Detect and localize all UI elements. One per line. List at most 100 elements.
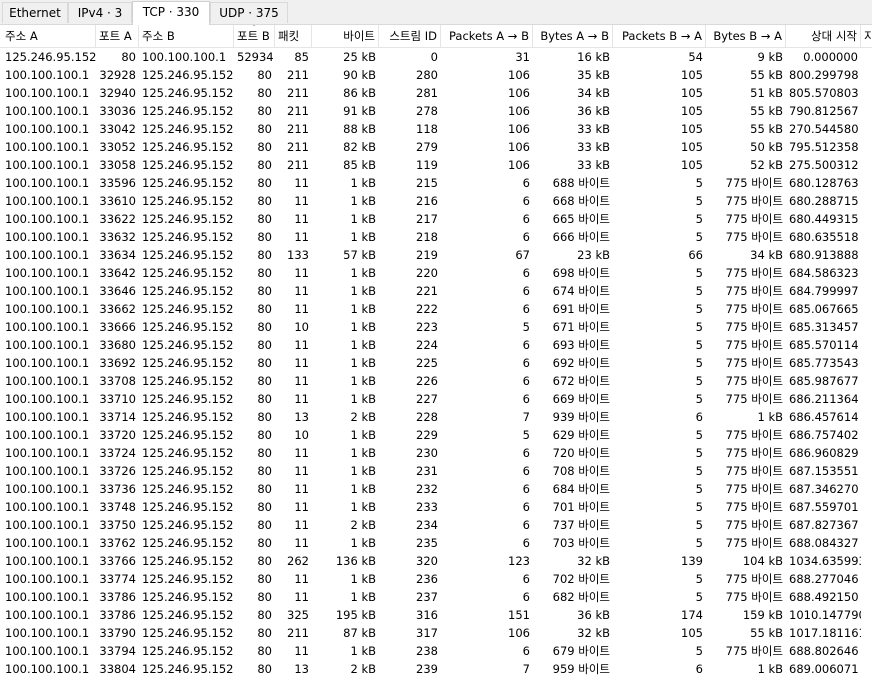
col-bytes: 1 kB [350,500,376,514]
table-row[interactable]: 100.100.100.1 33720 125.246.95.152 80 10 1 kB… [0,426,872,444]
col-address-a: 100.100.100.1 [5,644,90,658]
col-bytes-a-to-b: 665 바이트 [552,212,610,226]
col-stream-id: 320 [416,554,438,568]
table-row[interactable]: 100.100.100.1 33724 125.246.95.152 80 11 1 kB… [0,444,872,462]
table-row[interactable]: 100.100.100.1 33736 125.246.95.152 80 11 1 kB… [0,480,872,498]
column-header[interactable]: 스트림 ID [379,25,441,47]
col-port-b: 80 [257,248,272,262]
table-row[interactable]: 100.100.100.1 33726 125.246.95.152 80 11 1 kB… [0,462,872,480]
table-row[interactable]: 100.100.100.1 33762 125.246.95.152 80 11 1 kB… [0,534,872,552]
col-packets: 11 [294,212,309,226]
table-row[interactable]: 100.100.100.1 32928 125.246.95.152 80 211 90 … [0,66,872,84]
column-header[interactable]: 바이트 [312,25,379,47]
table-row[interactable]: 100.100.100.1 33710 125.246.95.152 80 11 1 kB… [0,390,872,408]
col-address-b: 125.246.95.152 [142,518,234,532]
column-header[interactable]: 지 [861,25,872,47]
tab-ipv4[interactable]: IPv4 · 3 [68,2,132,23]
col-stream-id: 224 [416,338,438,352]
column-header[interactable]: 포트 A [96,25,139,47]
table-row[interactable]: 100.100.100.1 33790 125.246.95.152 80 211 87 … [0,624,872,642]
table-row[interactable]: 100.100.100.1 33058 125.246.95.152 80 211 85 … [0,156,872,174]
table-row[interactable]: 100.100.100.1 33596 125.246.95.152 80 11 1 kB… [0,174,872,192]
table-row[interactable]: 100.100.100.1 33748 125.246.95.152 80 11 1 kB… [0,498,872,516]
table-row[interactable]: 100.100.100.1 33786 125.246.95.152 80 325 195… [0,606,872,624]
table-row[interactable]: 100.100.100.1 33622 125.246.95.152 80 11 1 kB… [0,210,872,228]
col-address-b: 125.246.95.152 [142,590,234,604]
column-header[interactable]: 패킷 [275,25,312,47]
table-row[interactable]: 100.100.100.1 33632 125.246.95.152 80 11 1 kB… [0,228,872,246]
col-bytes-b-to-a: 775 바이트 [725,536,783,550]
col-bytes: 1 kB [350,266,376,280]
col-bytes-b-to-a: 55 kB [750,122,783,136]
col-packets-b-to-a: 5 [695,518,703,532]
col-rel-start: 800.299798 [789,68,859,82]
table-row[interactable]: 100.100.100.1 33786 125.246.95.152 80 11 1 kB… [0,588,872,606]
col-port-a: 33710 [99,392,136,406]
table-row[interactable]: 100.100.100.1 32940 125.246.95.152 80 211 86 … [0,84,872,102]
table-row[interactable]: 100.100.100.1 33804 125.246.95.152 80 13 2 kB… [0,660,872,678]
col-address-a: 100.100.100.1 [5,356,90,370]
col-packets-b-to-a: 5 [695,446,703,460]
column-header[interactable]: Packets B → A [613,25,706,47]
column-header[interactable]: 상대 시작 [786,25,861,47]
tcp-conversation-table[interactable]: 주소 A 포트 A 주소 B 포트 B ˇ 패킷 바이트 스트림 ID Packets A → … [0,25,872,680]
col-rel-start: 680.913888 [789,248,859,262]
col-port-b: 80 [257,590,272,604]
table-row[interactable]: 100.100.100.1 33666 125.246.95.152 80 10 1 kB… [0,318,872,336]
col-bytes: 1 kB [350,464,376,478]
col-rel-start: 680.128763 [789,176,859,190]
col-bytes: 1 kB [350,482,376,496]
table-row[interactable]: 100.100.100.1 33646 125.246.95.152 80 11 1 kB… [0,282,872,300]
table-row[interactable]: 100.100.100.1 33714 125.246.95.152 80 13 2 kB… [0,408,872,426]
col-packets: 13 [294,662,309,676]
table-row[interactable]: 125.246.95.152 80 100.100.100.1 52934 85 25 k… [0,48,872,66]
table-row[interactable]: 100.100.100.1 33750 125.246.95.152 80 11 2 kB… [0,516,872,534]
col-packets: 11 [294,500,309,514]
table-row[interactable]: 100.100.100.1 33662 125.246.95.152 80 11 1 kB… [0,300,872,318]
col-packets-b-to-a: 105 [681,140,703,154]
table-row[interactable]: 100.100.100.1 33642 125.246.95.152 80 11 1 kB… [0,264,872,282]
tab-tcp[interactable]: TCP · 330 [132,1,210,25]
table-row[interactable]: 100.100.100.1 33042 125.246.95.152 80 211 88 … [0,120,872,138]
column-header[interactable]: 포트 Bˇ [234,25,275,47]
col-packets-b-to-a: 105 [681,626,703,640]
tab-udp[interactable]: UDP · 375 [210,2,288,23]
col-port-a: 33642 [99,266,136,280]
col-packets-b-to-a: 5 [695,230,703,244]
col-bytes-a-to-b: 33 kB [577,140,610,154]
col-rel-start: 687.153551 [789,464,859,478]
table-row[interactable]: 100.100.100.1 33708 125.246.95.152 80 11 1 kB… [0,372,872,390]
col-port-b: 80 [257,500,272,514]
col-port-a: 80 [121,50,136,64]
col-packets-b-to-a: 5 [695,194,703,208]
table-row[interactable]: 100.100.100.1 33634 125.246.95.152 80 133 57 … [0,246,872,264]
table-row[interactable]: 100.100.100.1 33680 125.246.95.152 80 11 1 kB… [0,336,872,354]
col-port-a: 33708 [99,374,136,388]
table-row[interactable]: 100.100.100.1 33794 125.246.95.152 80 11 1 kB… [0,642,872,660]
col-bytes-a-to-b: 691 바이트 [552,302,610,316]
table-row[interactable]: 100.100.100.1 33052 125.246.95.152 80 211 82 … [0,138,872,156]
col-packets-b-to-a: 105 [681,158,703,172]
col-stream-id: 278 [416,104,438,118]
table-row[interactable]: 100.100.100.1 33766 125.246.95.152 80 262 136… [0,552,872,570]
table-row[interactable]: 100.100.100.1 33774 125.246.95.152 80 11 1 kB… [0,570,872,588]
column-header[interactable]: Bytes A → B [533,25,613,47]
column-header[interactable]: Bytes B → A [706,25,786,47]
col-packets-a-to-b: 7 [522,410,530,424]
table-row[interactable]: 100.100.100.1 33692 125.246.95.152 80 11 1 kB… [0,354,872,372]
col-rel-start: 795.512358 [789,140,859,154]
col-packets-b-to-a: 5 [695,572,703,586]
col-rel-start: 689.006071 [789,662,859,676]
col-port-b: 80 [257,374,272,388]
col-address-b: 125.246.95.152 [142,194,234,208]
tab-ethernet[interactable]: Ethernet [2,2,68,23]
table-row[interactable]: 100.100.100.1 33610 125.246.95.152 80 11 1 kB… [0,192,872,210]
column-header[interactable]: Packets A → B [441,25,533,47]
table-row[interactable]: 100.100.100.1 33036 125.246.95.152 80 211 91 … [0,102,872,120]
col-stream-id: 221 [416,284,438,298]
col-packets: 11 [294,644,309,658]
col-packets-b-to-a: 5 [695,212,703,226]
col-stream-id: 317 [416,626,438,640]
column-header[interactable]: 주소 A [2,25,96,47]
column-header[interactable]: 주소 B [139,25,234,47]
